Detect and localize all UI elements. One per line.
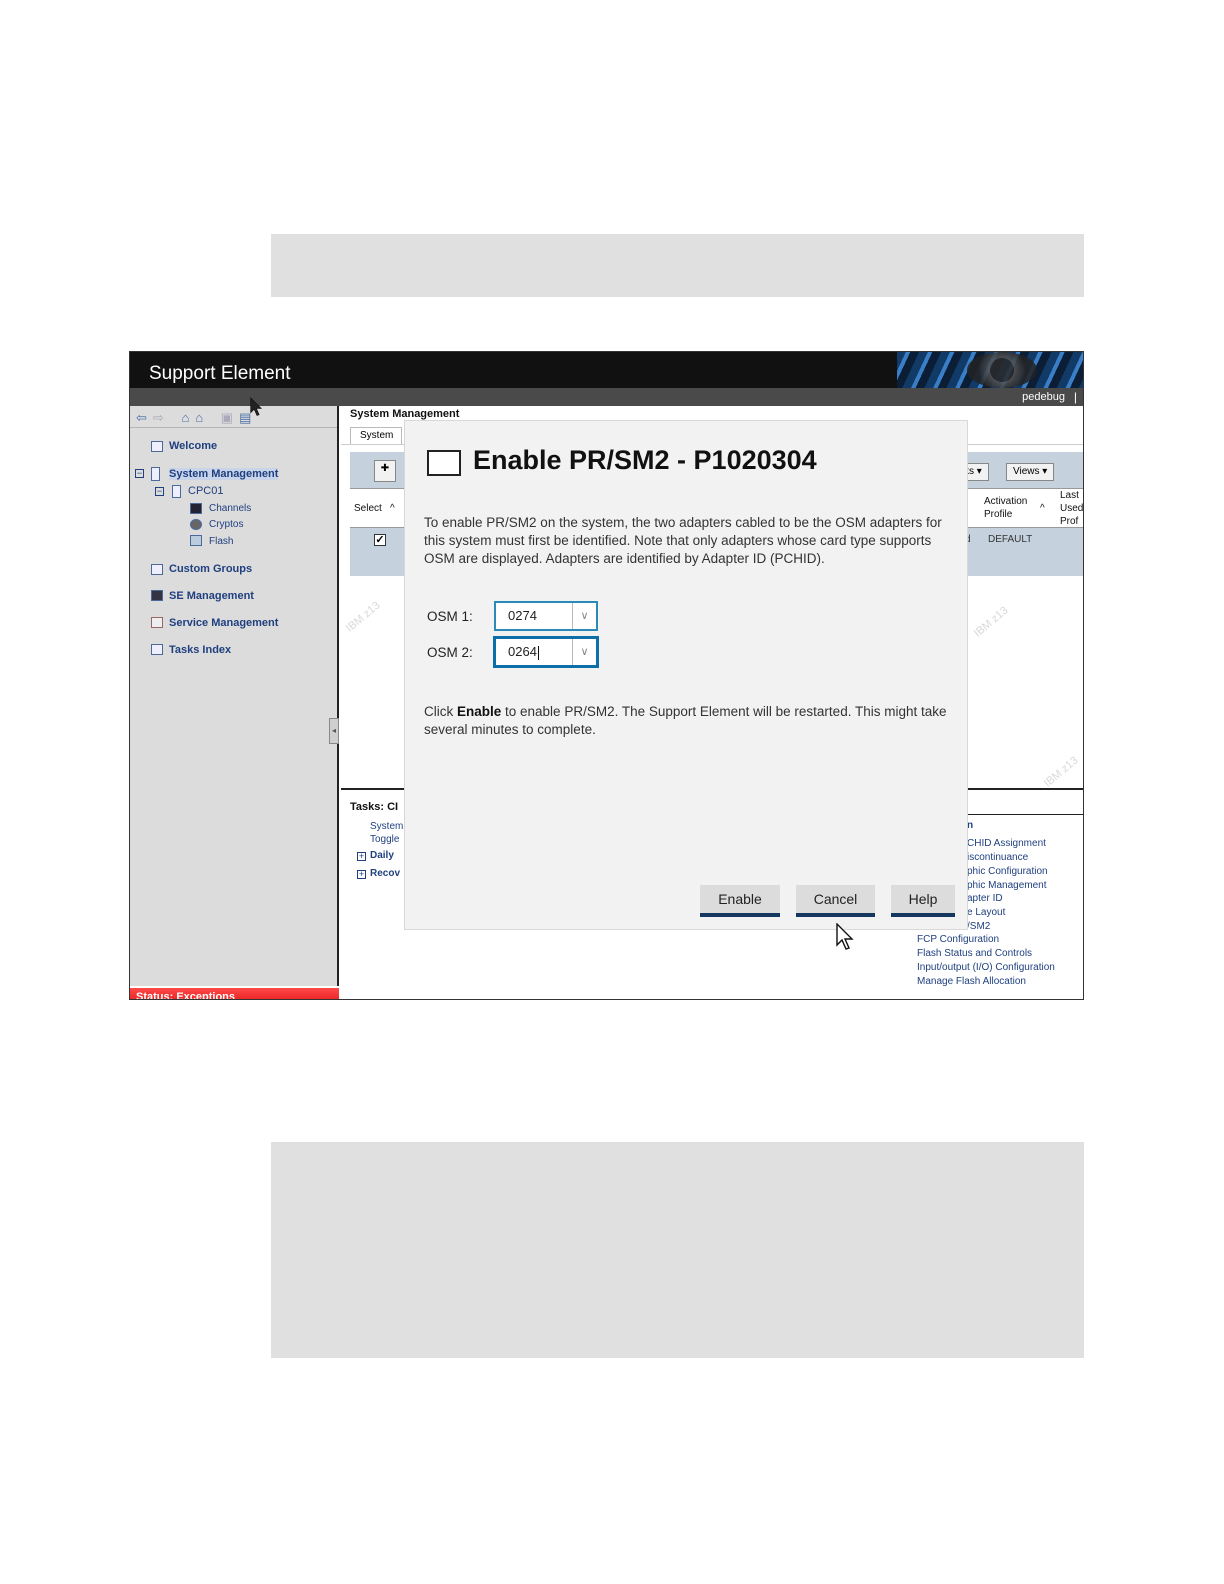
- window-icon: [427, 450, 461, 476]
- server-icon: [151, 467, 160, 481]
- user-name[interactable]: pedebug: [1022, 391, 1065, 403]
- task-link[interactable]: Input/output (I/O) Configuration: [917, 962, 1055, 973]
- task-link[interactable]: /SM2: [967, 921, 990, 932]
- row-activation-profile: DEFAULT: [988, 534, 1033, 545]
- list-icon: [151, 644, 163, 655]
- tasks-header-line: [961, 814, 1083, 815]
- flash-icon: [190, 535, 202, 546]
- home-icon[interactable]: ⌂: [181, 410, 189, 425]
- computer-icon: [151, 590, 163, 601]
- nav-item-system-management[interactable]: System Management: [169, 468, 279, 480]
- nav-toolbar: ⇦ ⇨ ⌂ ⌂ ▣ ▤: [136, 410, 257, 426]
- back-arrow-icon[interactable]: ⇦: [136, 410, 147, 426]
- nav-item-cpc01[interactable]: CPC01: [188, 485, 223, 497]
- task-link[interactable]: CHID Assignment: [967, 838, 1046, 849]
- expand-icon[interactable]: +: [357, 870, 366, 879]
- forward-arrow-icon[interactable]: ⇨: [153, 410, 164, 426]
- task-link[interactable]: phic Configuration: [967, 866, 1048, 877]
- dialog-description: To enable PR/SM2 on the system, the two …: [424, 515, 942, 566]
- watermark-text: IBM z13: [343, 599, 383, 635]
- task-link[interactable]: phic Management: [967, 880, 1047, 891]
- watermark-text: IBM z13: [1041, 754, 1081, 790]
- mouse-pointer-icon: [250, 397, 264, 422]
- sort-icon[interactable]: ^: [390, 502, 395, 515]
- gray-band-top: [271, 234, 1084, 297]
- osm2-label: OSM 2:: [427, 645, 473, 660]
- task-link[interactable]: Flash Status and Controls: [917, 948, 1032, 959]
- sort-icon[interactable]: ^: [1040, 502, 1045, 515]
- column-select[interactable]: Select: [354, 502, 382, 515]
- chevron-down-icon[interactable]: ∨: [572, 603, 596, 629]
- tab-system[interactable]: System: [350, 427, 402, 445]
- help-button[interactable]: Help: [891, 885, 955, 917]
- gray-band-bottom: [271, 1142, 1084, 1358]
- chevron-down-icon[interactable]: ∨: [572, 639, 596, 665]
- window-icon[interactable]: ▣: [221, 410, 233, 426]
- osm2-select[interactable]: 0264 ∨: [494, 637, 598, 667]
- expand-icon[interactable]: +: [357, 852, 366, 861]
- collapse-cpc01-icon[interactable]: −: [155, 487, 164, 496]
- dialog-title: Enable PR/SM2 - P1020304: [473, 445, 817, 475]
- collapse-panel-handle[interactable]: ◂: [329, 718, 339, 744]
- nav-item-service-management[interactable]: Service Management: [169, 617, 278, 629]
- task-link[interactable]: e Layout: [967, 907, 1005, 918]
- nav-item-channels[interactable]: Channels: [209, 503, 251, 514]
- app-header: Support Element: [130, 352, 1083, 388]
- task-group-daily[interactable]: Daily: [370, 850, 394, 861]
- collapse-system-management-icon[interactable]: −: [135, 469, 144, 478]
- welcome-icon: [151, 441, 163, 452]
- nav-item-custom-groups[interactable]: Custom Groups: [169, 563, 252, 575]
- views-menu-button[interactable]: Views ▾: [1006, 463, 1055, 481]
- nav-toolbar-divider: [130, 427, 337, 428]
- task-link[interactable]: apter ID: [967, 893, 1003, 904]
- status-bar[interactable]: Status: Exceptions: [130, 988, 339, 1000]
- page-title: System Management: [350, 408, 460, 420]
- nav-item-se-management[interactable]: SE Management: [169, 590, 254, 602]
- watermark-text: IBM z13: [971, 604, 1011, 640]
- enable-button[interactable]: Enable: [700, 885, 780, 917]
- home-refresh-icon[interactable]: ⌂: [195, 410, 203, 425]
- document-page: Support Element pedebug | ⇦ ⇨ ⌂ ⌂ ▣ ▤ Welco…: [0, 0, 1224, 1584]
- banner-art: [897, 352, 1083, 388]
- crypto-icon: [190, 519, 202, 530]
- status-text: Status: Exceptions: [136, 991, 236, 1000]
- task-link[interactable]: iscontinuance: [967, 852, 1028, 863]
- tools-icon: [151, 617, 163, 628]
- task-group-recovery[interactable]: Recov: [370, 868, 400, 879]
- enable-prsm2-dialog: Enable PR/SM2 - P1020304 To enable PR/SM…: [404, 420, 968, 930]
- app-title: Support Element: [149, 363, 291, 384]
- user-separator: |: [1073, 390, 1077, 404]
- tasks-title: Tasks: CI: [350, 801, 399, 813]
- osm1-select[interactable]: 0274 ∨: [494, 601, 598, 631]
- column-last-used[interactable]: Last Used Prof: [1060, 489, 1083, 528]
- osm2-value: 0264: [508, 644, 539, 660]
- task-link[interactable]: Manage Flash Allocation: [917, 976, 1026, 987]
- task-link[interactable]: System: [370, 821, 403, 832]
- nav-item-cryptos[interactable]: Cryptos: [209, 519, 243, 530]
- add-object-icon[interactable]: ✚: [374, 460, 396, 482]
- nav-item-welcome[interactable]: Welcome: [169, 440, 217, 452]
- column-activation-profile[interactable]: Activation Profile: [984, 495, 1044, 521]
- task-link[interactable]: FCP Configuration: [917, 934, 999, 945]
- row-select-checkbox[interactable]: ✓: [374, 534, 386, 546]
- task-link[interactable]: Toggle: [370, 834, 399, 845]
- osm1-label: OSM 1:: [427, 609, 473, 624]
- nav-item-flash[interactable]: Flash: [209, 536, 233, 547]
- server-icon: [172, 485, 181, 498]
- navigation-panel: ⇦ ⇨ ⌂ ⌂ ▣ ▤ Welcome − System Management − C…: [130, 406, 339, 999]
- dialog-note: Click Enable to enable PR/SM2. The Suppo…: [424, 704, 947, 737]
- cancel-button[interactable]: Cancel: [796, 885, 875, 917]
- nav-item-tasks-index[interactable]: Tasks Index: [169, 644, 231, 656]
- osm1-value: 0274: [508, 608, 537, 623]
- channels-icon: [190, 503, 202, 514]
- groups-icon: [151, 564, 163, 575]
- user-bar: [130, 388, 1083, 406]
